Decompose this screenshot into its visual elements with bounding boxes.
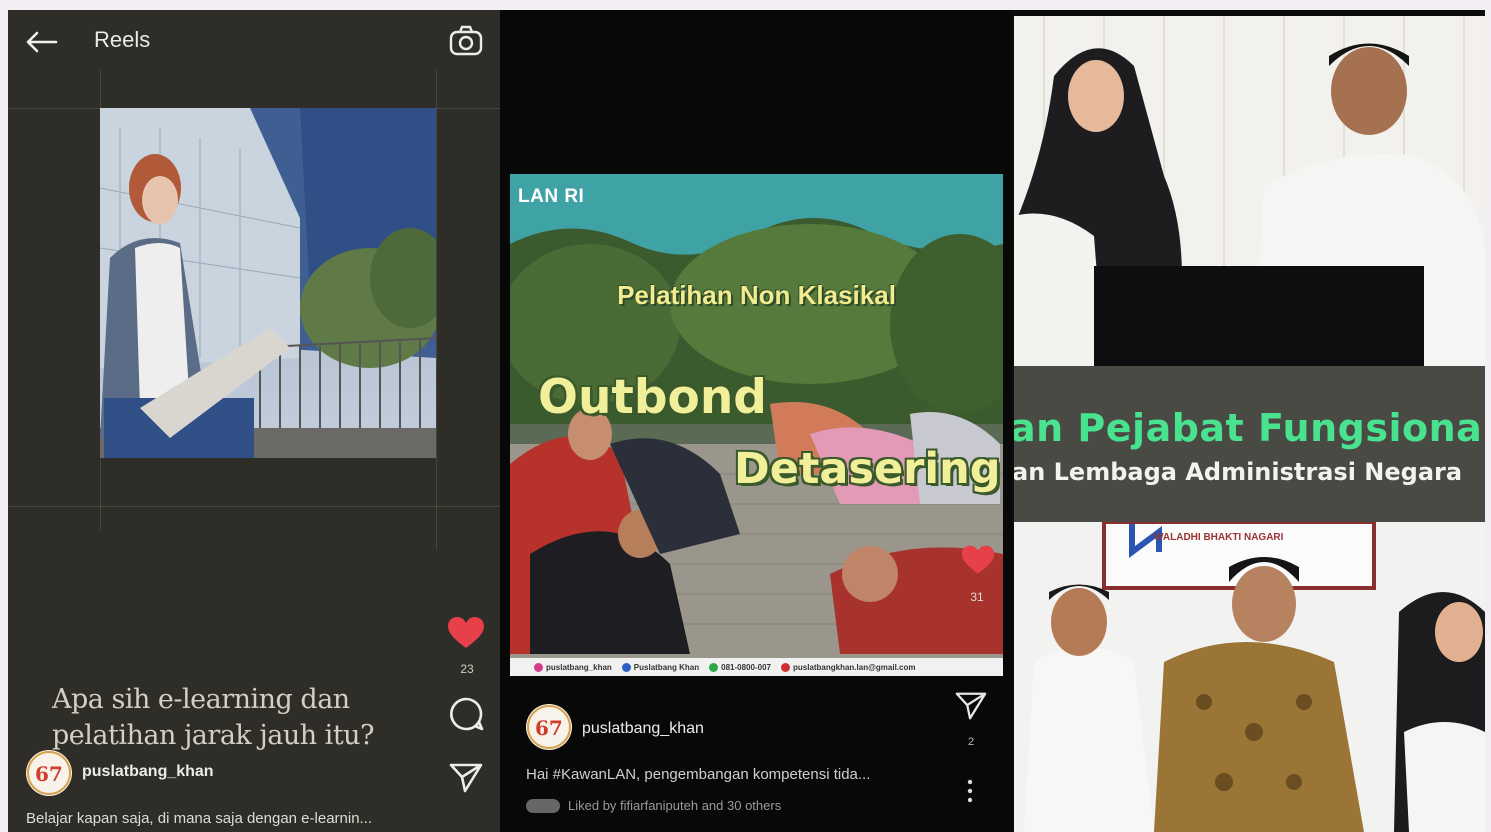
avatar[interactable]: 67 [26,750,72,796]
like-count: 31 [970,590,984,604]
svg-text:67: 67 [535,716,563,740]
avatar[interactable]: 67 [526,704,572,750]
reel-headline: Apa sih e-learning dan pelatihan jarak j… [52,682,392,754]
share-count: 2 [967,736,975,748]
send-icon[interactable] [954,690,988,722]
post-subtitle: Pelatihan Non Klasikal [617,280,896,310]
banner-subtitle: an Lembaga Administrasi Negara [1014,458,1463,486]
footer-item: puslatbang_khan [534,662,612,672]
top-photo [1014,16,1485,366]
woman-laptop-image [100,108,436,458]
username[interactable]: puslatbang_khan [582,720,704,738]
like-count: 23 [460,662,474,676]
comment-icon[interactable] [448,696,484,732]
send-icon[interactable] [448,762,484,794]
reels-panel: Reels 23 Apa sih e-learning dan pelatiha… [8,10,500,832]
reels-top-bar: Reels [8,10,500,70]
page-title: Reels [94,27,151,52]
footer-item: Puslatbang Khan [621,662,699,672]
heart-icon[interactable] [446,616,486,650]
liked-by-row[interactable]: Liked by fifiarfaniputeh and 30 others [526,798,781,813]
puslatbang-logo-icon: 67 [527,705,571,749]
two-people-photo [1014,16,1485,366]
footer-item: puslatbangkhan.lan@gmail.com [780,662,915,672]
camera-icon[interactable] [448,24,484,58]
liked-avatars [526,798,560,813]
sign-text: WALADHI BHAKTI NAGARI [1154,532,1284,543]
more-options-icon[interactable] [966,778,974,804]
post-panel: LAN RI Pelatihan Non Klasikal Outbond De… [500,10,1012,832]
lan-ri-logo: LAN RI [518,186,585,207]
caption: Belajar kapan saja, di mana saja dengan … [26,810,373,827]
liked-by-text: Liked by fifiarfaniputeh and 30 others [568,798,782,813]
banner-title: an Pejabat Fungsional [1014,406,1485,450]
heart-icon [961,545,995,574]
post-title-outbond: Outbond [538,370,767,425]
outbound-activity-image [510,174,1003,676]
photo-panel: an Pejabat Fungsional an Lembaga Adminis… [1014,16,1485,832]
footer-item: 081-0800-007 [709,662,771,672]
headline-line-1: Apa sih e-learning dan [52,684,350,715]
reel-video-thumbnail[interactable] [100,108,436,458]
screenshot-frame: Reels 23 Apa sih e-learning dan pelatiha… [8,10,1485,832]
post-contact-footer: puslatbang_khan Puslatbang Khan 081-0800… [510,658,1003,676]
username[interactable]: puslatbang_khan [82,763,214,781]
post-title-detasering: Detasering [734,444,1001,494]
headline-line-2: pelatihan jarak jauh itu? [52,720,375,751]
group-photo [1014,522,1485,832]
grid-line [436,70,437,550]
grid-line [8,506,500,507]
bottom-photo: WALADHI BHAKTI NAGARI [1014,522,1485,832]
post-image[interactable]: LAN RI Pelatihan Non Klasikal Outbond De… [510,174,1003,676]
puslatbang-logo-icon: 67 [27,751,71,795]
event-banner: an Pejabat Fungsional an Lembaga Adminis… [1014,366,1485,522]
svg-text:67: 67 [35,762,63,786]
caption: Hai #KawanLAN, pengembangan kompetensi t… [526,766,871,783]
back-arrow-icon[interactable] [24,30,58,54]
